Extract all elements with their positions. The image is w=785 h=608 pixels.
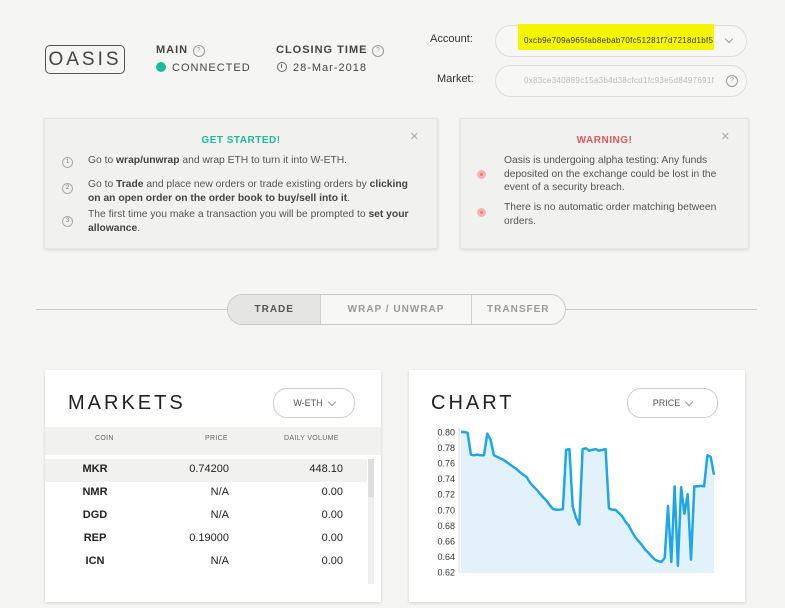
y-tick-label: 0.70 bbox=[437, 505, 455, 515]
oasis-logo[interactable]: OASIS bbox=[45, 45, 125, 74]
account-address: 0xcb9e709a965fab8ebab70fc51281f7d7218d1b… bbox=[524, 36, 714, 45]
tab-trade[interactable]: TRADE bbox=[228, 295, 321, 324]
warning-title: WARNING! bbox=[576, 135, 633, 146]
closing-date: 28-Mar-2018 bbox=[277, 62, 367, 74]
step-number-icon: 1 bbox=[62, 157, 73, 168]
warning-dot-icon bbox=[477, 170, 486, 179]
market-row[interactable]: MKR 0.74200 448.10 bbox=[45, 459, 367, 482]
warning-panel: WARNING! ✕ Oasis is undergoing alpha tes… bbox=[460, 118, 749, 249]
y-tick-label: 0.66 bbox=[437, 536, 455, 546]
y-tick-label: 0.78 bbox=[437, 443, 455, 453]
help-icon[interactable]: ? bbox=[726, 75, 738, 87]
scrollbar-thumb[interactable] bbox=[368, 459, 374, 497]
column-header-volume: DAILY VOLUME bbox=[284, 435, 339, 442]
market-volume: 0.00 bbox=[321, 509, 343, 521]
price-chart[interactable]: 0.80 0.78 0.76 0.74 0.72 0.70 0.68 0.66 0.64 0.62 bbox=[409, 370, 745, 602]
help-icon[interactable]: ? bbox=[372, 45, 385, 57]
step-text: The first time you make a transaction yo… bbox=[88, 209, 409, 234]
account-label: Account: bbox=[430, 33, 473, 45]
status-dot-icon bbox=[156, 62, 166, 72]
y-tick-label: 0.74 bbox=[437, 474, 455, 484]
base-token-select[interactable]: W-ETH bbox=[273, 388, 355, 418]
warning-text: Oasis is undergoing alpha testing: Any f… bbox=[504, 155, 717, 193]
market-coin: DGD bbox=[82, 509, 108, 521]
get-started-panel: GET STARTED! ✕ 1 Go to wrap/unwrap and wr… bbox=[44, 118, 438, 249]
get-started-title: GET STARTED! bbox=[201, 135, 281, 146]
network-label: MAIN? bbox=[156, 44, 206, 57]
market-coin: MKR bbox=[82, 463, 108, 475]
markets-card: MARKETS W-ETH COIN PRICE DAILY VOLUME MK… bbox=[45, 370, 381, 602]
y-tick-label: 0.68 bbox=[437, 521, 455, 531]
y-tick-label: 0.80 bbox=[437, 428, 455, 438]
divider bbox=[36, 309, 228, 310]
market-label: Market: bbox=[437, 73, 474, 85]
step-number-icon: 2 bbox=[62, 183, 73, 194]
close-icon[interactable]: ✕ bbox=[410, 130, 419, 143]
market-coin: ICN bbox=[85, 555, 105, 567]
tab-wrap-unwrap[interactable]: WRAP / UNWRAP bbox=[320, 295, 470, 324]
account-select[interactable]: 0xcb9e709a965fab8ebab70fc51281f7d7218d1b… bbox=[495, 24, 747, 57]
market-price: 0.19000 bbox=[189, 532, 229, 544]
scrollbar[interactable] bbox=[368, 459, 374, 584]
y-tick-label: 0.62 bbox=[437, 568, 455, 578]
help-icon[interactable]: ? bbox=[193, 45, 206, 57]
market-price: 0.74200 bbox=[189, 463, 229, 475]
market-row[interactable]: REP 0.19000 0.00 bbox=[45, 528, 367, 551]
tab-bar: TRADE WRAP / UNWRAP TRANSFER bbox=[227, 294, 566, 325]
warning-dot-icon bbox=[477, 208, 486, 217]
column-header-coin: COIN bbox=[95, 435, 114, 442]
market-address: 0x83ce340889c15a3b4d38cfcd1fc93e5d849769… bbox=[524, 76, 715, 85]
connection-status: CONNECTED bbox=[156, 62, 251, 74]
market-row[interactable]: NMR N/A 0.00 bbox=[45, 482, 367, 505]
market-coin: REP bbox=[83, 532, 107, 544]
market-field[interactable]: 0x83ce340889c15a3b4d38cfcd1fc93e5d849769… bbox=[495, 65, 747, 97]
chevron-down-icon bbox=[724, 34, 734, 44]
clock-icon bbox=[277, 62, 287, 72]
y-tick-label: 0.72 bbox=[437, 490, 455, 500]
chevron-down-icon bbox=[327, 397, 336, 406]
step-text: Go to Trade and place new orders or trad… bbox=[88, 179, 408, 204]
column-header-price: PRICE bbox=[205, 435, 228, 442]
market-row[interactable]: ICN N/A 0.00 bbox=[45, 551, 367, 574]
close-icon[interactable]: ✕ bbox=[721, 130, 730, 143]
y-tick-label: 0.76 bbox=[437, 459, 455, 469]
market-coin: NMR bbox=[82, 486, 108, 498]
closing-time-label: CLOSING TIME? bbox=[276, 44, 385, 57]
market-volume: 0.00 bbox=[321, 555, 343, 567]
market-volume: 0.00 bbox=[321, 532, 343, 544]
step-number-icon: 3 bbox=[62, 216, 73, 227]
markets-title: MARKETS bbox=[68, 392, 186, 414]
market-volume: 448.10 bbox=[309, 463, 343, 475]
market-price: N/A bbox=[210, 555, 229, 567]
market-row[interactable]: DGD N/A 0.00 bbox=[45, 505, 367, 528]
divider bbox=[565, 309, 757, 310]
step-text: Go to wrap/unwrap and wrap ETH to turn i… bbox=[88, 155, 348, 166]
market-volume: 0.00 bbox=[321, 486, 343, 498]
market-price: N/A bbox=[210, 509, 229, 521]
chart-card: CHART PRICE 0.80 0.78 0.76 0.74 0.72 0.70 0.68… bbox=[409, 370, 745, 602]
warning-text: There is no automatic order matching bet… bbox=[504, 202, 717, 227]
tab-transfer[interactable]: TRANSFER bbox=[470, 295, 565, 324]
market-price: N/A bbox=[210, 486, 229, 498]
y-tick-label: 0.64 bbox=[437, 552, 455, 562]
